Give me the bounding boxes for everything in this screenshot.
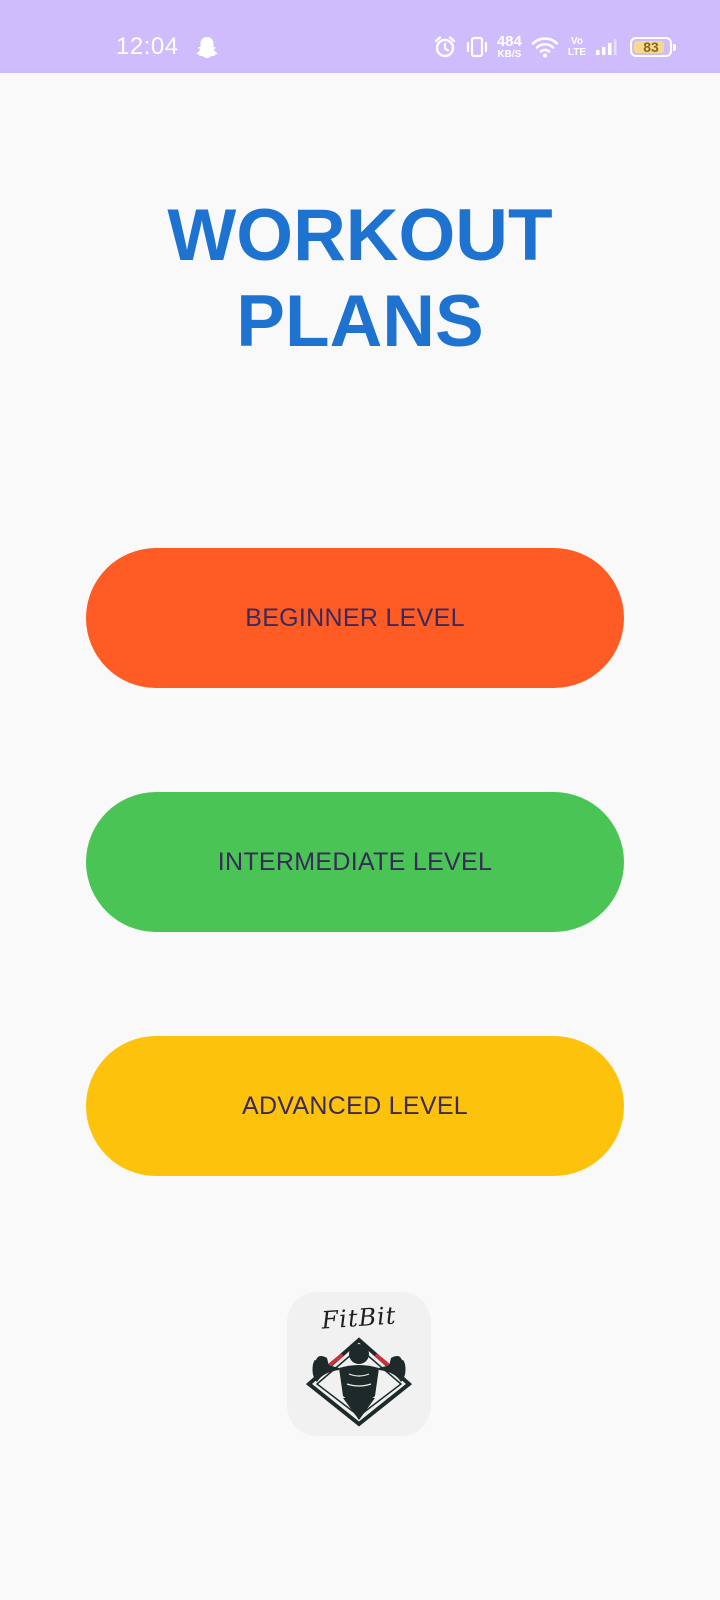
snapchat-ghost-icon <box>196 37 218 58</box>
wifi-icon <box>531 37 559 58</box>
network-speed-value: 484 <box>496 33 522 50</box>
page-title: WORKOUT PLANS <box>167 195 553 362</box>
status-icons: 484 KB/S Vo LTE 83 <box>433 32 676 62</box>
battery-icon: 83 <box>630 37 676 57</box>
volte-top: Vo <box>570 36 583 47</box>
vibrate-icon <box>466 36 487 58</box>
volte-bottom: LTE <box>567 47 586 58</box>
advanced-level-button[interactable]: ADVANCED LEVEL <box>86 1036 624 1176</box>
signal-icon <box>596 39 617 55</box>
alarm-icon <box>434 36 456 58</box>
intermediate-level-button[interactable]: INTERMEDIATE LEVEL <box>86 792 624 932</box>
battery-level: 83 <box>643 39 659 55</box>
bodybuilder-logo-icon <box>305 1337 413 1427</box>
network-speed: 484 KB/S <box>497 34 522 60</box>
status-time: 12:04 <box>116 33 179 60</box>
fitbit-logo: FitBit <box>287 1292 431 1436</box>
logo-text: FitBit <box>320 1301 398 1335</box>
beginner-level-button[interactable]: BEGINNER LEVEL <box>86 548 624 688</box>
volte-indicator: Vo LTE <box>568 36 586 58</box>
network-speed-unit: KB/S <box>497 49 522 60</box>
status-bar: 12:04 484 KB/S Vo LTE 83 <box>0 0 720 73</box>
